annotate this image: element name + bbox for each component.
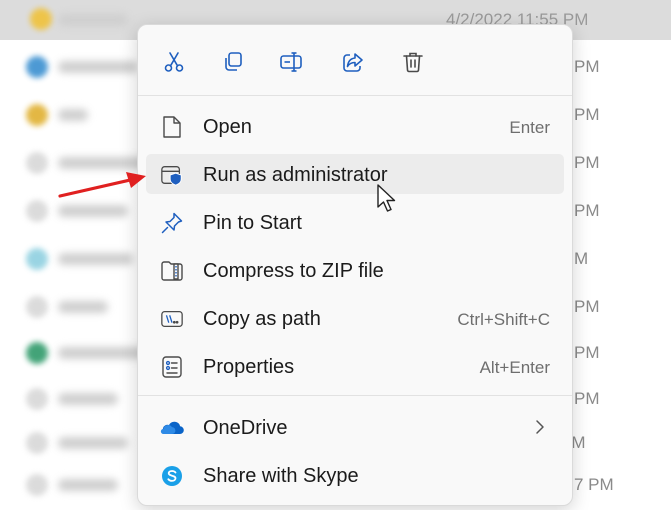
context-toolbar — [138, 25, 572, 95]
file-icon — [26, 388, 48, 410]
menu-item-compress-to-zip[interactable]: Compress to ZIP file — [146, 250, 564, 290]
delete-icon — [403, 52, 423, 73]
menu-item-shortcut: Alt+Enter — [479, 358, 550, 377]
menu-item-shortcut: Ctrl+Shift+C — [457, 310, 550, 329]
pin-icon — [160, 211, 184, 235]
menu-item-label: Compress to ZIP file — [203, 260, 384, 282]
rename-button[interactable] — [273, 43, 311, 81]
file-icon — [26, 432, 48, 454]
file-icon — [26, 152, 48, 174]
menu-item-label: Run as administrator — [203, 164, 388, 186]
file-name-blurred — [58, 393, 118, 405]
menu-item-shortcut: Enter — [509, 118, 550, 137]
mouse-cursor-icon — [377, 184, 396, 212]
delete-button[interactable] — [394, 43, 432, 81]
file-name-blurred — [58, 253, 133, 265]
file-date: PM — [574, 57, 600, 76]
menu-item-label: Share with Skype — [203, 465, 359, 487]
file-date: M — [574, 249, 589, 268]
copy-icon — [225, 52, 242, 71]
onedrive-cloud-icon — [160, 416, 184, 440]
file-name-blurred — [58, 205, 128, 217]
file-name-blurred — [58, 437, 128, 449]
share-button[interactable] — [334, 43, 372, 81]
file-icon — [26, 474, 48, 496]
file-date: PM — [574, 153, 600, 172]
file-name-blurred — [58, 61, 138, 73]
menu-item-label: Copy as path — [203, 308, 321, 330]
file-date: PM — [574, 343, 600, 362]
file-date: 7 PM — [574, 475, 614, 494]
folder-icon — [26, 104, 48, 126]
file-name-blurred — [58, 109, 88, 121]
file-name-blurred — [58, 301, 108, 313]
file-date: PM — [574, 201, 600, 220]
menu-separator — [138, 395, 572, 396]
properties-icon — [160, 355, 184, 379]
file-date: PM — [574, 389, 600, 408]
file-name-blurred — [58, 14, 128, 26]
skype-icon — [160, 464, 184, 488]
menu-item-share-with-skype[interactable]: Share with Skype — [146, 455, 564, 495]
menu-item-pin-to-start[interactable]: Pin to Start — [146, 202, 564, 242]
menu-item-onedrive[interactable]: OneDrive — [146, 407, 564, 447]
context-menu: Open Enter Run as administrator Pin to S… — [137, 24, 573, 506]
menu-separator — [138, 95, 572, 96]
folder-icon — [30, 8, 52, 30]
rename-icon — [280, 52, 302, 72]
share-icon — [343, 53, 363, 72]
menu-item-run-as-administrator[interactable]: Run as administrator — [146, 154, 564, 194]
file-icon — [26, 200, 48, 222]
menu-item-properties[interactable]: Properties Alt+Enter — [146, 346, 564, 386]
admin-shield-icon — [160, 163, 184, 187]
cut-button[interactable] — [155, 43, 193, 81]
file-name-blurred — [58, 347, 148, 359]
menu-item-copy-as-path[interactable]: Copy as path Ctrl+Shift+C — [146, 298, 564, 338]
menu-item-label: Pin to Start — [203, 212, 302, 234]
menu-item-label: Open — [203, 116, 252, 138]
file-icon — [26, 296, 48, 318]
file-icon — [160, 115, 184, 139]
app-icon — [26, 56, 48, 78]
file-date: PM — [574, 297, 600, 316]
path-icon — [160, 307, 184, 331]
file-name-blurred — [58, 479, 118, 491]
file-date: PM — [574, 105, 600, 124]
menu-item-label: Properties — [203, 356, 295, 378]
annotation-arrow-icon — [58, 172, 146, 198]
cut-icon — [164, 52, 184, 72]
menu-item-label: OneDrive — [203, 417, 288, 439]
chevron-right-icon — [534, 418, 546, 441]
app-icon — [26, 248, 48, 270]
menu-item-open[interactable]: Open Enter — [146, 106, 564, 146]
copy-button[interactable] — [214, 43, 252, 81]
zip-folder-icon — [160, 259, 184, 283]
app-icon — [26, 342, 48, 364]
